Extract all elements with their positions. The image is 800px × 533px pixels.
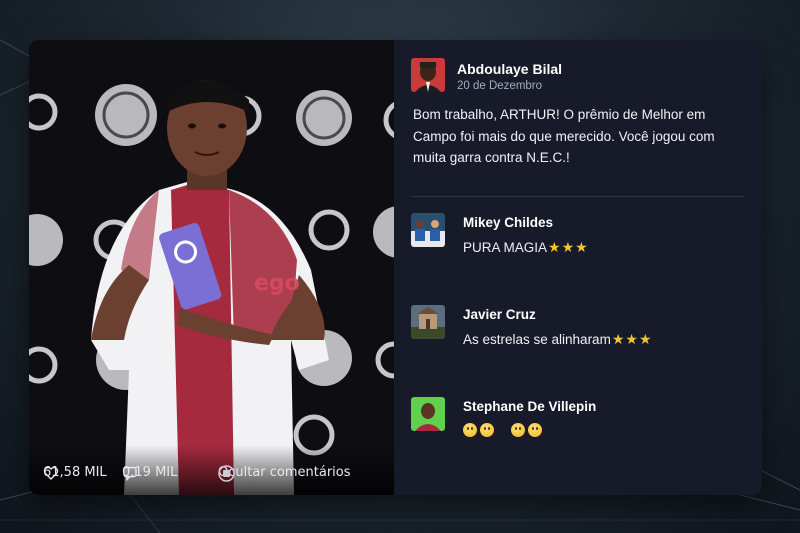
star-emoji: ★ [611, 331, 625, 347]
comment-icon [123, 466, 137, 481]
author-avatar[interactable] [411, 58, 445, 92]
toggle-icon [218, 465, 235, 482]
post-date: 20 de Dezembro [457, 80, 543, 92]
comment-text: As estrelas se alinharam [463, 332, 611, 347]
star-emoji: ★ [548, 239, 561, 255]
hide-comments-button[interactable]: Ocultar comentários [218, 465, 351, 482]
commenter-avatar-image [411, 397, 445, 431]
post-card: ego 61,58 MIL 0,19 MIL Ocultar comentári… [29, 40, 762, 495]
star-emoji: ★ [575, 239, 588, 255]
comment-item: Javier Cruz As estrelas se alinharam ★ ★… [411, 305, 652, 348]
commenter-avatar-image [411, 213, 445, 247]
commenter-name[interactable]: Stephane De Villepin [463, 399, 596, 414]
post-author[interactable]: Abdoulaye Bilal [457, 61, 562, 77]
svg-text:ego: ego [254, 271, 300, 296]
post-text: Bom trabalho, ARTHUR! O prêmio de Melhor… [413, 107, 715, 165]
neutral-face-emoji [463, 423, 477, 437]
comment-item: Stephane De Villepin [411, 397, 596, 437]
comments-button[interactable]: 0,19 MIL [122, 465, 177, 481]
commenter-avatar[interactable] [411, 305, 445, 339]
heart-icon [43, 466, 59, 480]
comment-item: Mikey Childes PURA MAGIA ★ ★ ★ [411, 213, 588, 256]
star-emoji: ★ [638, 331, 652, 347]
smiling-face-emoji [480, 423, 494, 437]
tearful-face-emoji [528, 423, 542, 437]
star-emoji: ★ [561, 239, 575, 255]
star-emoji: ★ [625, 331, 638, 347]
comment-text: PURA MAGIA [463, 240, 548, 255]
player-photo-illustration: ego [29, 40, 394, 495]
hide-comments-label: Ocultar comentários [218, 465, 351, 480]
grinning-face-emoji [511, 423, 525, 437]
post-header: Abdoulaye Bilal 20 de Dezembro [411, 58, 562, 92]
commenter-avatar[interactable] [411, 397, 445, 431]
divider [411, 196, 745, 197]
commenter-avatar[interactable] [411, 213, 445, 247]
author-avatar-image [411, 58, 445, 92]
post-photo: ego 61,58 MIL 0,19 MIL Ocultar comentári… [29, 40, 394, 495]
post-content: Abdoulaye Bilal 20 de Dezembro Bom traba… [394, 40, 762, 495]
commenter-name[interactable]: Javier Cruz [463, 307, 652, 322]
like-button[interactable]: 61,58 MIL [43, 465, 107, 480]
commenter-avatar-image [411, 305, 445, 339]
commenter-name[interactable]: Mikey Childes [463, 215, 588, 230]
